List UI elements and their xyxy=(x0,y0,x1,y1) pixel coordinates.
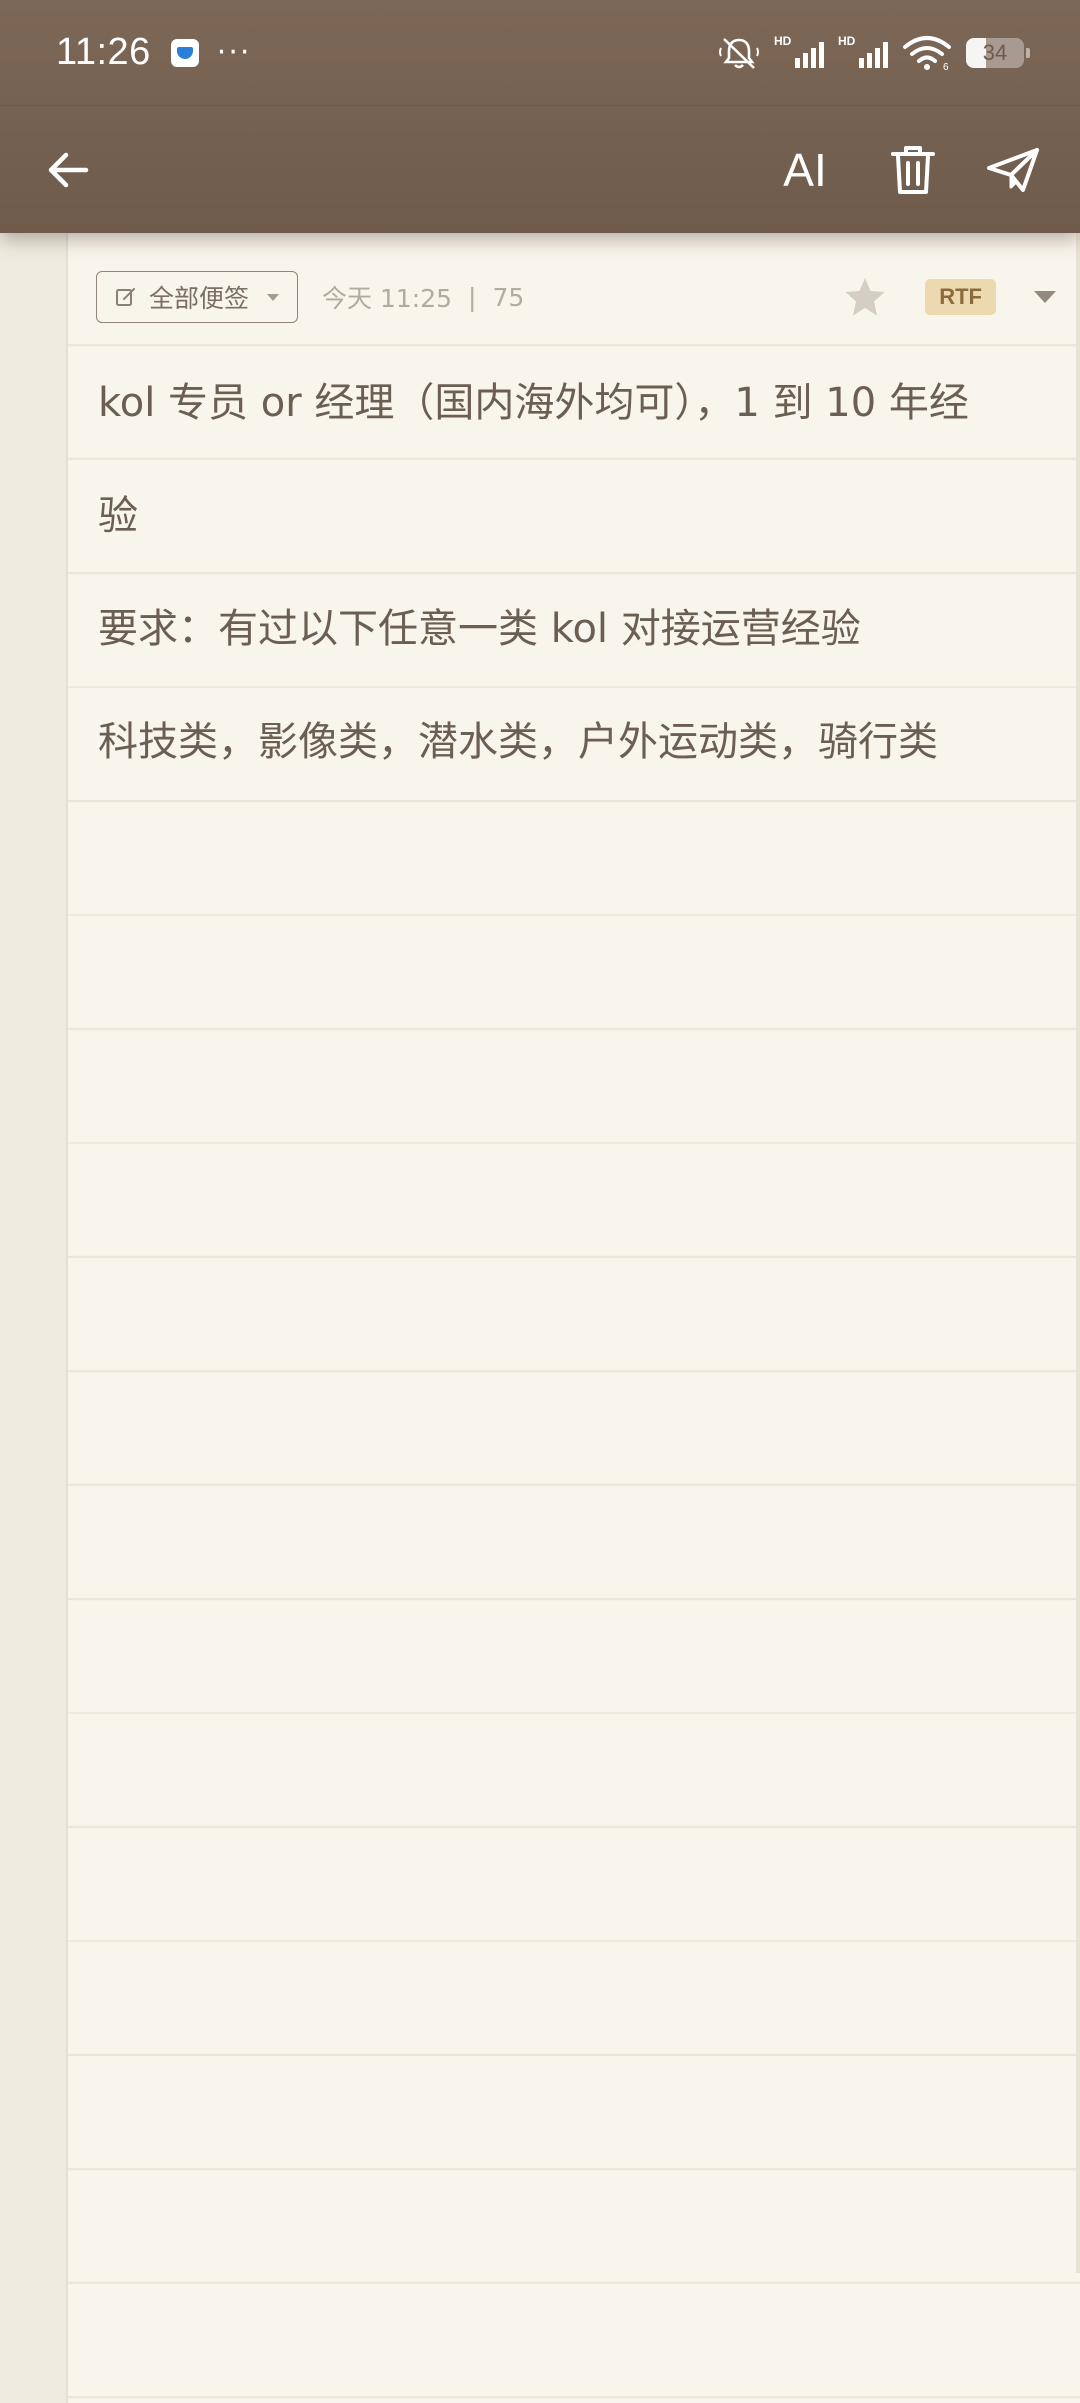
note-meta-row: 全部便签 今天 11:25 | 75 RTF xyxy=(96,271,1056,323)
toolbar-actions: AI xyxy=(770,143,1040,197)
share-button[interactable] xyxy=(986,147,1040,193)
ai-button[interactable]: AI xyxy=(770,143,840,197)
note-line: 科技类，影像类，潜水类，户外运动类，骑行类 xyxy=(98,719,938,765)
rtf-format-badge[interactable]: RTF xyxy=(925,279,996,315)
chevron-down-icon xyxy=(267,293,280,301)
wifi-icon: 6 xyxy=(903,35,951,71)
note-info: 今天 11:25 | 75 xyxy=(322,279,524,315)
char-count: 75 xyxy=(492,282,525,312)
star-icon[interactable] xyxy=(843,276,887,318)
folder-selector[interactable]: 全部便签 xyxy=(96,271,299,323)
back-arrow-icon xyxy=(48,152,89,187)
svg-text:6: 6 xyxy=(943,62,949,71)
back-button[interactable] xyxy=(40,142,96,198)
note-body[interactable]: kol 专员 or 经理（国内海外均可），1 到 10 年经 验 要求：有过以下… xyxy=(98,347,1048,799)
folder-label: 全部便签 xyxy=(149,284,250,313)
top-header: 11:26 ··· HD HD 6 34 AI xyxy=(0,0,1080,233)
battery-icon: 34 xyxy=(966,37,1030,68)
signal-sim1-icon: HD xyxy=(774,34,824,72)
note-line: 验 xyxy=(98,493,138,539)
edit-note-icon xyxy=(116,288,135,306)
expand-dropdown-icon[interactable] xyxy=(1034,291,1056,303)
signal-sim2-icon: HD xyxy=(838,34,888,72)
send-plane-icon xyxy=(987,147,1039,192)
trash-icon xyxy=(891,145,935,194)
battery-level: 34 xyxy=(982,39,1008,65)
left-margin xyxy=(0,233,68,2403)
status-time: 11:26 xyxy=(56,31,151,73)
mute-bell-icon xyxy=(719,37,759,69)
app-notification-icon xyxy=(170,38,199,67)
scroll-edge xyxy=(1076,233,1080,2273)
status-icons: HD HD 6 34 xyxy=(718,34,1030,72)
meta-actions: RTF xyxy=(843,276,1056,318)
status-bar: 11:26 ··· HD HD 6 34 xyxy=(0,0,1080,105)
note-date: 今天 11:25 xyxy=(322,284,453,313)
note-paper[interactable]: 全部便签 今天 11:25 | 75 RTF kol 专员 or 经理（国内海外… xyxy=(0,233,1080,2403)
note-line: kol 专员 or 经理（国内海外均可），1 到 10 年经 xyxy=(98,380,969,426)
meta-separator: | xyxy=(468,282,477,312)
note-line: 要求：有过以下任意一类 kol 对接运营经验 xyxy=(98,606,861,652)
more-notifications-icon: ··· xyxy=(216,35,252,70)
delete-button[interactable] xyxy=(888,143,938,197)
note-toolbar: AI xyxy=(0,105,1080,233)
